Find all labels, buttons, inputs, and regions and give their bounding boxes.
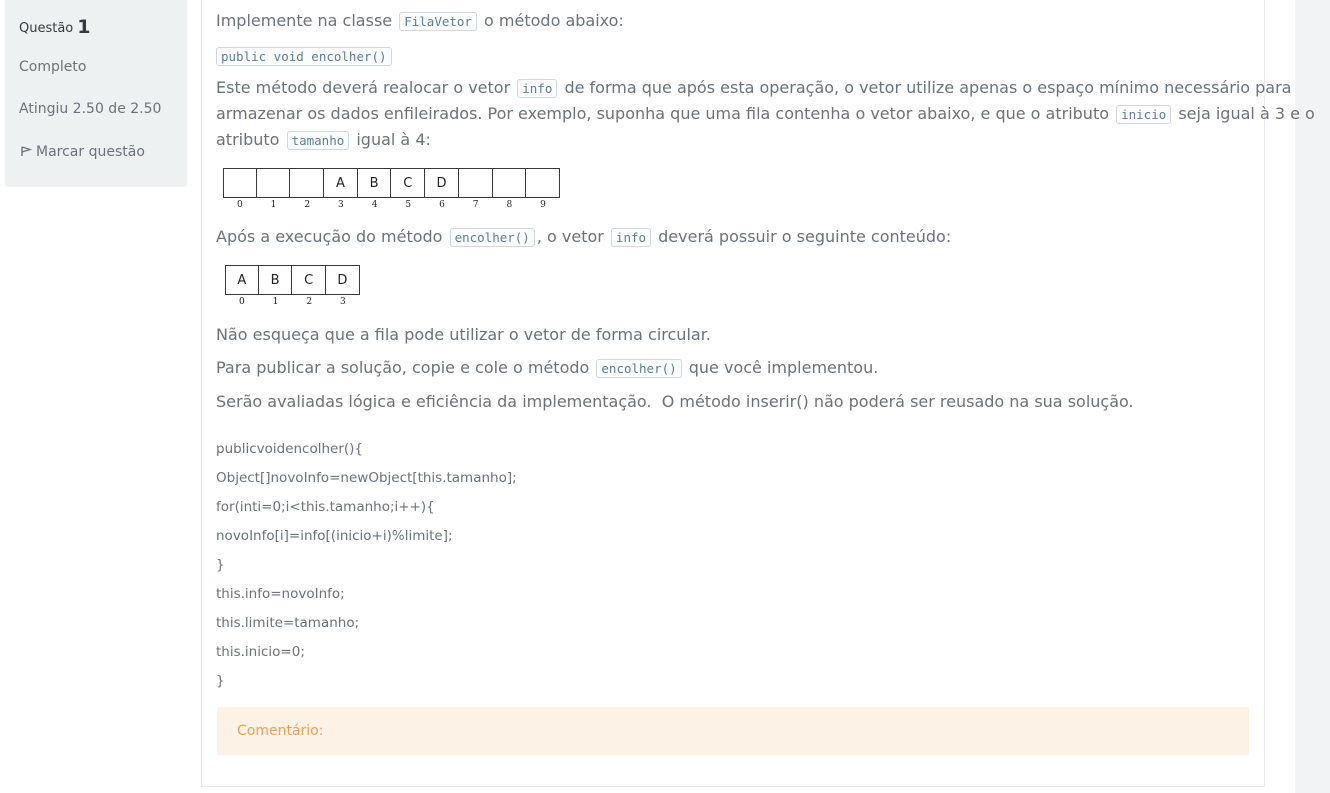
array-index-label: 7 (472, 200, 479, 210)
answer-line: for(inti=0;i<this.tamanho;i++){ (216, 499, 435, 515)
inline-code-tamanho: tamanho (286, 131, 350, 150)
array-index-label: 8 (506, 200, 513, 210)
inline-code-encolher: encolher() (596, 359, 682, 378)
array-cell (290, 168, 325, 198)
text: Este método deverá realocar o vetor (216, 78, 511, 97)
text: armazenar os dados enfileirados. Por exe… (216, 104, 1109, 123)
question-number: 1 (77, 16, 91, 38)
flag-icon (19, 143, 33, 161)
question-number-heading: Questão 1 (19, 16, 91, 38)
array-cell (256, 168, 291, 198)
array-cell (458, 168, 493, 198)
array-index-label: 3 (340, 297, 346, 307)
question-paragraph-4: Não esqueça que a fila pode utilizar o v… (216, 325, 711, 344)
array-after-indices: 0 1 2 3 (225, 297, 360, 307)
array-cell: D (425, 168, 459, 198)
answer-line: } (216, 673, 225, 689)
text: Para publicar a solução, copie e cole o … (216, 358, 590, 377)
question-paragraph-2-line-3: atributo tamanho igual à 4: (216, 127, 431, 154)
question-paragraph-6: Serão avaliadas lógica e eficiência da i… (216, 392, 1134, 411)
comment-label: Comentário: (237, 723, 324, 739)
question-info-panel: Questão 1 Completo Atingiu 2.50 de 2.50 M… (5, 0, 187, 187)
text: que você implementou. (688, 358, 879, 377)
array-index-label: 2 (304, 200, 311, 210)
flag-question-link[interactable]: Marcar questão (19, 143, 145, 161)
array-index-label: 6 (439, 200, 445, 210)
array-index-label: 0 (238, 297, 245, 307)
answer-line: this.inicio=0; (216, 644, 305, 660)
array-cell: A (225, 265, 259, 295)
array-before-diagram: ABCD (223, 168, 560, 198)
question-paragraph-2-line-2: armazenar os dados enfileirados. Por exe… (216, 101, 1315, 128)
array-index-label: 1 (270, 200, 277, 210)
question-paragraph-1: Implemente na classe FilaVetor o método … (216, 8, 624, 35)
inline-code-filavetor: FilaVetor (399, 12, 477, 31)
array-index-label: 2 (306, 297, 313, 307)
array-cell (223, 168, 257, 198)
answer-line: Object[]novoInfo=newObject[this.tamanho]… (216, 470, 517, 486)
array-cell: D (326, 265, 360, 295)
array-cell: C (391, 168, 426, 198)
array-index-label: 1 (272, 297, 279, 307)
comment-box: Comentário: (217, 707, 1249, 755)
question-paragraph-3: Após a execução do método encolher(), o … (216, 224, 951, 251)
array-cell: B (258, 265, 293, 295)
text: atributo (216, 130, 280, 149)
text: deverá possuir o seguinte conteúdo: (658, 227, 952, 246)
array-index-label: 4 (371, 200, 378, 210)
text: igual à 4: (356, 130, 431, 149)
method-signature-line: public void encolher() (216, 43, 394, 70)
text: seja igual à 3 e o (1178, 104, 1315, 123)
array-cell (492, 168, 527, 198)
question-state: Completo (19, 59, 87, 75)
inline-code-inicio: inicio (1116, 105, 1172, 124)
text: o método abaixo: (484, 11, 624, 30)
array-cell: C (292, 265, 327, 295)
question-paragraph-2-line-1: Este método deverá realocar o vetor info… (216, 75, 1291, 102)
answer-line: } (216, 557, 225, 573)
array-index-label: 3 (338, 200, 344, 210)
inline-code-info: info (610, 228, 652, 247)
question-grade: Atingiu 2.50 de 2.50 (19, 101, 162, 117)
inline-code-encolher: encolher() (449, 228, 535, 247)
inline-code-info: info (517, 79, 558, 98)
array-index-label: 0 (236, 200, 243, 210)
array-cell: B (357, 168, 392, 198)
answer-line: this.info=novoInfo; (216, 586, 345, 602)
array-before-indices: 0 1 2 3 4 5 6 7 8 9 (223, 200, 560, 210)
text: Após a execução do método (216, 227, 443, 246)
answer-line: publicvoidencolher(){ (216, 441, 364, 457)
method-signature-code: public void encolher() (216, 47, 392, 66)
question-paragraph-5: Para publicar a solução, copie e cole o … (216, 355, 878, 382)
array-index-label: 5 (405, 200, 412, 210)
answer-line: novoInfo[i]=info[(inicio+i)%limite]; (216, 528, 453, 544)
question-label: Questão (19, 21, 74, 36)
text: de forma que após esta operação, o vetor… (564, 78, 1292, 97)
array-cell: A (324, 168, 358, 198)
flag-question-label: Marcar questão (36, 144, 145, 160)
array-after-diagram: ABCD (225, 265, 360, 295)
array-index-label: 9 (540, 200, 546, 210)
text: , o vetor (536, 227, 604, 246)
array-cell (526, 168, 560, 198)
text: Implemente na classe (216, 11, 393, 30)
answer-line: this.limite=tamanho; (216, 615, 360, 631)
